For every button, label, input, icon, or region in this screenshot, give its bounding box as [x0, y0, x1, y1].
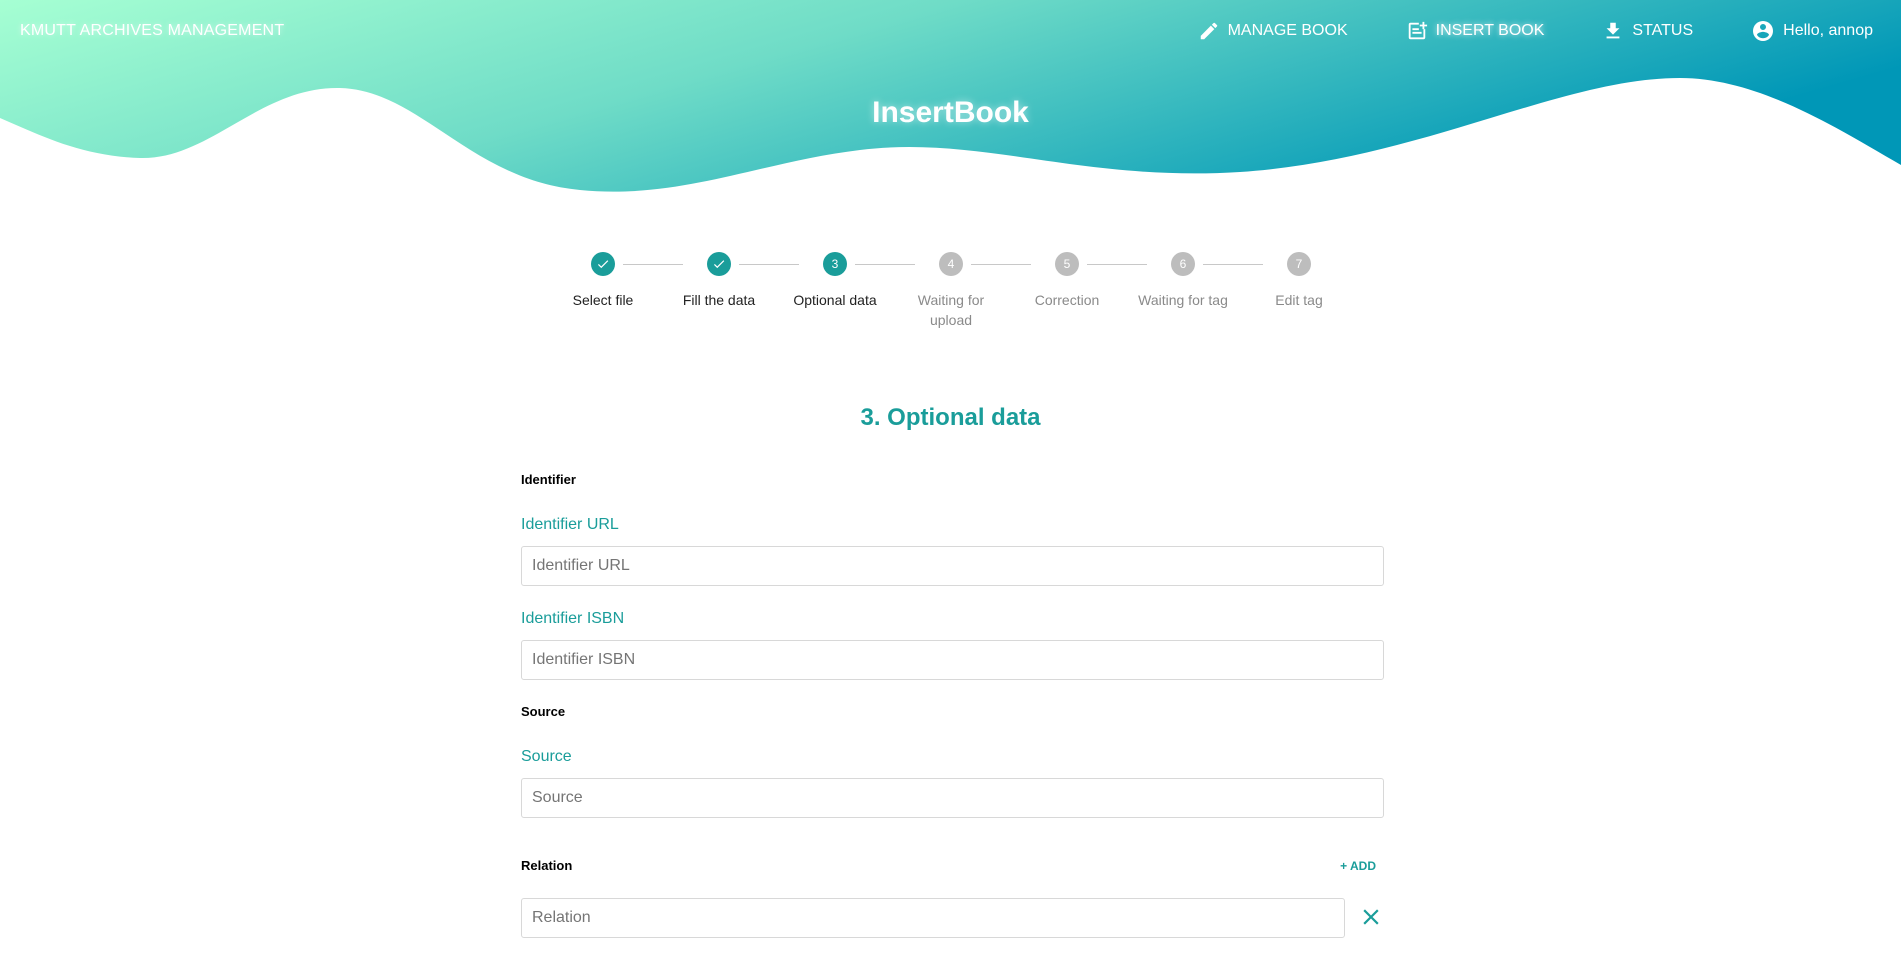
relation-input[interactable]: [521, 898, 1345, 938]
step-1-label: Select file: [572, 292, 634, 308]
step-select-file: Select file: [543, 252, 663, 310]
step-3-indicator: 3: [823, 252, 847, 276]
brand-title[interactable]: KMUTT ARCHIVES MANAGEMENT: [20, 22, 284, 40]
close-icon: [1363, 909, 1379, 925]
step-5-indicator: 5: [1055, 252, 1079, 276]
step-optional-data: 3 Optional data: [775, 252, 895, 310]
check-icon: [597, 260, 609, 269]
step-fill-data: Fill the data: [659, 252, 779, 310]
relation-group-label: Relation: [521, 858, 573, 873]
step-7-indicator: 7: [1287, 252, 1311, 276]
identifier-group-label: Identifier: [521, 472, 576, 487]
nav-insert-book-label: INSERT BOOK: [1435, 22, 1545, 39]
download-icon: [1606, 22, 1620, 39]
identifier-url-input[interactable]: [521, 546, 1384, 586]
nav-status[interactable]: STATUS: [1602, 18, 1693, 44]
identifier-isbn-input[interactable]: [521, 640, 1384, 680]
step-4-label: Waiting for upload: [917, 292, 985, 328]
step-edit-tag: 7 Edit tag: [1239, 252, 1359, 310]
step-6-label: Waiting for tag: [1138, 292, 1228, 308]
nav-manage-book-label: MANAGE BOOK: [1227, 22, 1348, 39]
header: KMUTT ARCHIVES MANAGEMENT MANAGE BOOK IN…: [0, 0, 1901, 200]
step-waiting-tag: 6 Waiting for tag: [1123, 252, 1243, 310]
account-circle-icon: [1753, 21, 1774, 41]
nav-user-account[interactable]: Hello, annop: [1751, 18, 1873, 44]
source-label: Source: [521, 748, 572, 765]
step-2-indicator: [707, 252, 731, 276]
step-2-label: Fill the data: [682, 292, 756, 308]
page-title: InsertBook: [872, 96, 1029, 129]
step-7-label: Edit tag: [1275, 292, 1323, 308]
check-icon: [713, 260, 725, 269]
add-relation-button[interactable]: + ADD: [1340, 859, 1376, 873]
nav-status-label: STATUS: [1632, 22, 1694, 39]
identifier-isbn-label: Identifier ISBN: [521, 610, 625, 627]
step-1-indicator: [591, 252, 615, 276]
nav-insert-book[interactable]: INSERT BOOK: [1406, 18, 1545, 44]
step-waiting-upload: 4 Waiting for upload: [891, 252, 1011, 330]
step-correction: 5 Correction: [1007, 252, 1127, 310]
step-6-indicator: 6: [1171, 252, 1195, 276]
note-add-icon: [1408, 21, 1427, 40]
top-nav: MANAGE BOOK INSERT BOOK STATUS Hello, an…: [1140, 18, 1873, 44]
source-group-label: Source: [521, 704, 566, 719]
step-3-label: Optional data: [793, 292, 877, 308]
nav-user-label: Hello, annop: [1783, 22, 1873, 39]
identifier-url-label: Identifier URL: [521, 516, 619, 533]
step-5-label: Correction: [1034, 292, 1100, 308]
pencil-icon: [1200, 22, 1217, 40]
source-input[interactable]: [521, 778, 1384, 818]
progress-stepper: Select file Fill the data 3 Optional dat…: [545, 252, 1353, 342]
step-4-indicator: 4: [939, 252, 963, 276]
section-title: 3. Optional data: [860, 404, 1041, 431]
remove-relation-button[interactable]: [1358, 904, 1384, 935]
nav-manage-book[interactable]: MANAGE BOOK: [1198, 18, 1348, 44]
